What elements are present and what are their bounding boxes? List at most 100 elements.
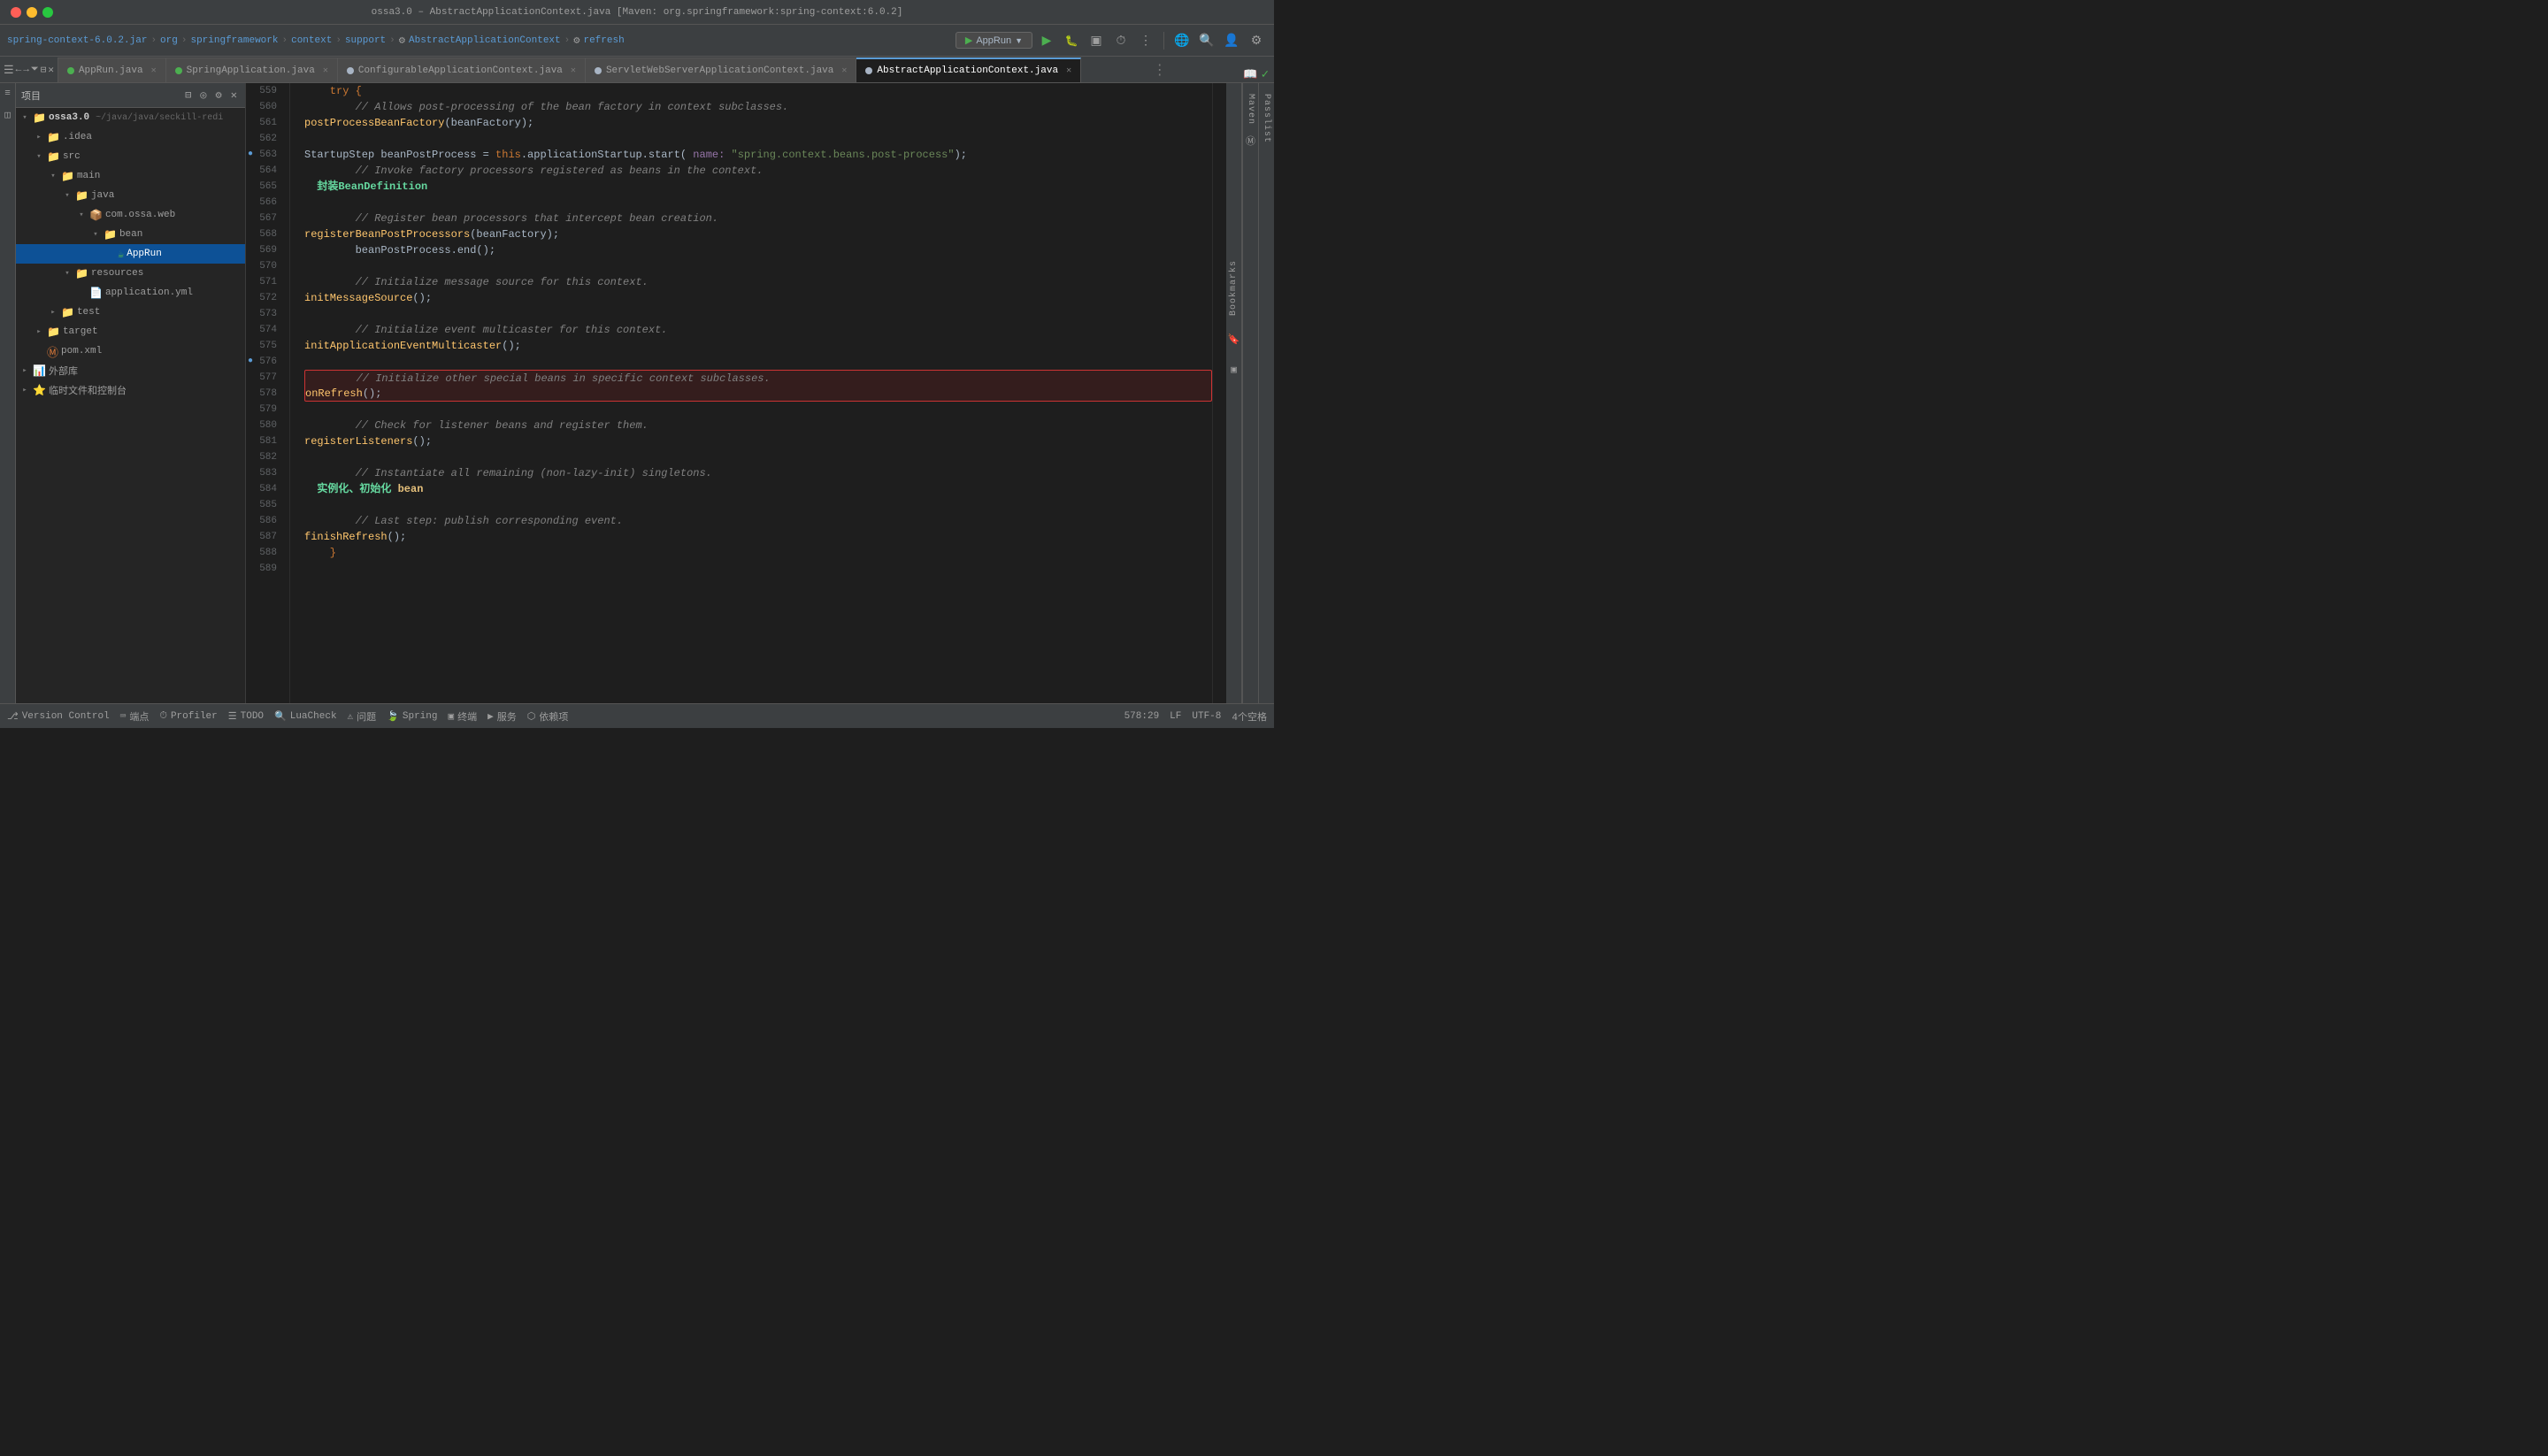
tree-icon-pom: Ⓜ — [47, 343, 58, 360]
run-button[interactable]: ▶ — [1036, 30, 1057, 51]
tree-item-java[interactable]: ▾ 📁 java — [16, 186, 245, 205]
line-number: 574 — [246, 322, 282, 338]
line-number: 587 — [246, 529, 282, 545]
tree-icon-src: 📁 — [47, 150, 60, 164]
status-terminal[interactable]: ▣ 终端 — [448, 709, 477, 724]
more-run-button[interactable]: ⋮ — [1135, 30, 1156, 51]
status-spring[interactable]: 🍃 Spring — [387, 710, 437, 723]
tree-arrow-java: ▾ — [62, 191, 73, 200]
nav-back-icon[interactable]: ← — [16, 65, 22, 75]
split-icon[interactable]: ⊟ — [41, 64, 47, 76]
status-profiler[interactable]: ⏱ Profiler — [159, 711, 217, 722]
main-layout: ≡ ◫ 项目 ⊟ ◎ ⚙ ✕ ▾ 📁 ossa3.0 ~/java/java/s… — [0, 83, 1274, 703]
tab-configurable[interactable]: ConfigurableApplicationContext.java ✕ — [338, 57, 586, 82]
profile-button[interactable]: ⏱ — [1110, 30, 1132, 51]
minimize-button[interactable] — [27, 7, 37, 18]
maven-panel: Maven Ⓜ — [1242, 83, 1258, 703]
bookmarks-icon2[interactable]: ▣ — [1231, 364, 1237, 376]
maven-icon[interactable]: Ⓜ — [1246, 134, 1255, 148]
tab-close-servlet[interactable]: ✕ — [841, 65, 847, 76]
status-endpoints[interactable]: ⌨ 端点 — [120, 709, 150, 724]
problems-label: 问题 — [357, 709, 376, 724]
close-button[interactable] — [11, 7, 21, 18]
tab-label-apprun: AppRun.java — [79, 65, 143, 76]
tree-label-idea: .idea — [63, 132, 92, 142]
code-line-568: registerBeanPostProcessors(beanFactory); — [304, 226, 1212, 242]
bookmarks-icon1[interactable]: 🔖 — [1228, 333, 1240, 346]
tree-item-root[interactable]: ▾ 📁 ossa3.0 ~/java/java/seckill-redi — [16, 108, 245, 127]
tree-item-main[interactable]: ▾ 📁 main — [16, 166, 245, 186]
tab-springapp[interactable]: SpringApplication.java ✕ — [166, 57, 338, 82]
tree-item-package[interactable]: ▾ 📦 com.ossa.web — [16, 205, 245, 225]
line-number: 569 — [246, 242, 282, 258]
tree-item-test[interactable]: ▸ 📁 test — [16, 303, 245, 322]
tree-item-src[interactable]: ▾ 📁 src — [16, 147, 245, 166]
breadcrumb-part-method[interactable]: refresh — [583, 35, 624, 46]
sidebar-icon-1[interactable]: ≡ — [1, 87, 15, 101]
breadcrumb-part-sf[interactable]: springframework — [190, 35, 278, 46]
tree-icon-apprun: ☕ — [118, 248, 124, 261]
title-bar: ossa3.0 – AbstractApplicationContext.jav… — [0, 0, 1274, 25]
status-version-control[interactable]: ⎇ Version Control — [7, 710, 110, 723]
code-content[interactable]: try { // Allows post-processing of the b… — [290, 83, 1212, 703]
tree-locate-btn[interactable]: ◎ — [197, 88, 209, 103]
line-number: 566 — [246, 195, 282, 211]
status-luacheck[interactable]: 🔍 LuaCheck — [274, 710, 337, 723]
sidebar-icon-2[interactable]: ◫ — [1, 108, 15, 122]
breadcrumb-part-jar[interactable]: spring-context-6.0.2.jar — [7, 35, 147, 46]
tree-arrow-target: ▸ — [34, 327, 44, 336]
search-button[interactable]: 🔍 — [1196, 30, 1217, 51]
tree-item-idea[interactable]: ▸ 📁 .idea — [16, 127, 245, 147]
settings-button[interactable]: ⚙ — [1246, 30, 1267, 51]
tree-close-btn[interactable]: ✕ — [228, 88, 240, 103]
code-editor[interactable]: 559560561562●563564565566567568569570571… — [246, 83, 1226, 703]
tree-item-scratch[interactable]: ▸ ⭐ 临时文件和控制台 — [16, 380, 245, 400]
run-config-button[interactable]: ▶ AppRun ▼ — [956, 32, 1032, 49]
status-services[interactable]: ▶ 服务 — [487, 709, 517, 724]
bookmarks-panel: Bookmarks 🔖 ▣ — [1226, 83, 1242, 703]
tab-apprun[interactable]: AppRun.java ✕ — [58, 57, 166, 82]
breadcrumb: spring-context-6.0.2.jar › org › springf… — [7, 34, 625, 47]
tab-close-configurable[interactable]: ✕ — [571, 65, 576, 76]
status-dependencies[interactable]: ⬡ 依赖项 — [527, 709, 569, 724]
tree-item-target[interactable]: ▸ 📁 target — [16, 322, 245, 341]
passlist-label[interactable]: Passlist — [1260, 90, 1273, 147]
status-problems[interactable]: ⚠ 问题 — [348, 709, 377, 724]
reader-mode-icon[interactable]: 📖 — [1243, 68, 1257, 81]
recent-files-icon[interactable]: ⏷ — [31, 65, 39, 75]
breadcrumb-part-org[interactable]: org — [160, 35, 178, 46]
tree-collapse-btn[interactable]: ⊟ — [182, 88, 194, 103]
maximize-button[interactable] — [42, 7, 53, 18]
breadcrumb-part-class[interactable]: AbstractApplicationContext — [409, 35, 561, 46]
left-sidebar-icon[interactable]: ☰ — [4, 64, 14, 77]
tab-close-springapp[interactable]: ✕ — [323, 65, 328, 76]
tab-close-apprun[interactable]: ✕ — [151, 65, 157, 76]
tab-abstract[interactable]: AbstractApplicationContext.java ✕ — [856, 57, 1081, 82]
tree-item-yml[interactable]: 📄 application.yml — [16, 283, 245, 303]
coverage-button[interactable]: ▣ — [1086, 30, 1107, 51]
status-todo[interactable]: ☰ TODO — [228, 710, 264, 723]
code-line-581: registerListeners(); — [304, 433, 1212, 449]
window-controls[interactable] — [11, 7, 53, 18]
tree-item-resources[interactable]: ▾ 📁 resources — [16, 264, 245, 283]
tree-item-external[interactable]: ▸ 📊 外部库 — [16, 361, 245, 380]
tree-arrow-src: ▾ — [34, 152, 44, 161]
tree-settings-btn[interactable]: ⚙ — [213, 88, 225, 103]
breadcrumb-part-context[interactable]: context — [291, 35, 332, 46]
bookmarks-label[interactable]: Bookmarks — [1229, 260, 1239, 316]
breadcrumb-part-support[interactable]: support — [345, 35, 386, 46]
nav-fwd-icon[interactable]: → — [23, 65, 29, 75]
maven-label[interactable]: Maven — [1244, 90, 1257, 128]
debug-button[interactable]: 🐛 — [1061, 30, 1082, 51]
user-button[interactable]: 👤 — [1221, 30, 1242, 51]
run-icon: ▶ — [965, 34, 972, 46]
translate-button[interactable]: 🌐 — [1171, 30, 1193, 51]
tree-item-pom[interactable]: Ⓜ pom.xml — [16, 341, 245, 361]
tab-close-abstract[interactable]: ✕ — [1066, 65, 1071, 76]
run-dropdown-icon: ▼ — [1015, 36, 1023, 45]
close-editor-icon[interactable]: ✕ — [48, 64, 54, 76]
tab-servlet[interactable]: ServletWebServerApplicationContext.java … — [586, 57, 856, 82]
tabs-more-button[interactable]: ⋮ — [1146, 57, 1174, 82]
tree-item-apprun[interactable]: ☕ AppRun — [16, 244, 245, 264]
tree-item-bean[interactable]: ▾ 📁 bean — [16, 225, 245, 244]
